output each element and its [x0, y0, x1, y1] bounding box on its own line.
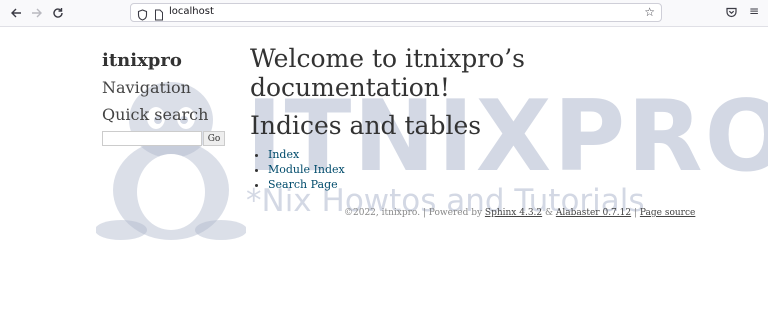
- reload-icon[interactable]: [48, 3, 68, 23]
- back-icon[interactable]: [6, 3, 26, 23]
- browser-toolbar: localhost ☆ ≡: [0, 0, 768, 27]
- search-page-link[interactable]: Search Page: [268, 178, 338, 191]
- footer: ©2022, itnixpro. | Powered by Sphinx 4.3…: [344, 208, 695, 218]
- url-text[interactable]: localhost: [169, 6, 214, 17]
- menu-icon[interactable]: ≡: [749, 4, 759, 18]
- pocket-icon[interactable]: [725, 4, 738, 23]
- forward-icon[interactable]: [27, 3, 47, 23]
- list-item: Index: [268, 147, 680, 162]
- index-link[interactable]: Index: [268, 148, 299, 161]
- footer-copyright: ©2022, itnixpro. | Powered by: [344, 208, 485, 218]
- indices-heading: Indices and tables: [250, 111, 482, 140]
- indices-list: Index Module Index Search Page: [250, 147, 680, 192]
- module-index-link[interactable]: Module Index: [268, 163, 345, 176]
- navigation-heading: Navigation: [102, 78, 191, 97]
- search-go-button[interactable]: Go: [203, 131, 225, 146]
- shield-icon[interactable]: [137, 6, 148, 25]
- bookmark-star-icon[interactable]: ☆: [644, 5, 655, 19]
- sidebar: itnixpro Navigation Quick search Go: [102, 48, 232, 147]
- footer-amp: &: [542, 208, 556, 218]
- page-source-link[interactable]: Page source: [640, 208, 695, 218]
- footer-separator: |: [631, 208, 640, 218]
- search-form: Go: [102, 131, 232, 147]
- list-item: Search Page: [268, 177, 680, 192]
- quick-search-heading: Quick search: [102, 105, 209, 124]
- sphinx-link[interactable]: Sphinx 4.3.2: [485, 208, 542, 218]
- logo-title[interactable]: itnixpro: [102, 48, 232, 74]
- main-content: Welcome to itnixpro’s documentation! Ind…: [250, 44, 680, 192]
- list-item: Module Index: [268, 162, 680, 177]
- search-input[interactable]: [102, 131, 202, 146]
- page-title: Welcome to itnixpro’s documentation!: [250, 44, 526, 102]
- alabaster-link[interactable]: Alabaster 0.7.12: [556, 208, 631, 218]
- url-bar[interactable]: localhost ☆: [130, 3, 662, 22]
- page-icon: [154, 6, 164, 25]
